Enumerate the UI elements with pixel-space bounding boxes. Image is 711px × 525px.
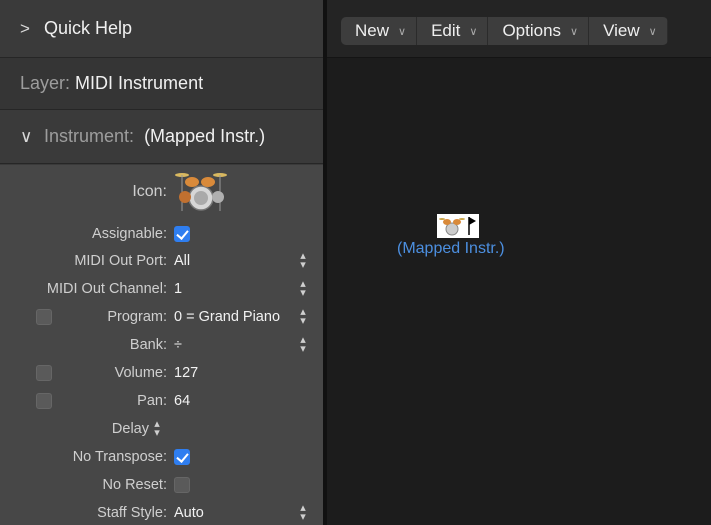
- instrument-parameters: Icon: Assignable: MIDI Out Port: All ▴ ▾…: [0, 165, 323, 525]
- object-label[interactable]: (Mapped Instr.): [397, 240, 505, 258]
- delay-row[interactable]: Delay ▴ ▾: [0, 416, 323, 443]
- staff-style-stepper-icon[interactable]: ▴ ▾: [297, 503, 309, 523]
- icon-label: Icon:: [132, 183, 167, 200]
- delay-stepper-icon[interactable]: ▴ ▾: [151, 419, 163, 439]
- menu-view-label: View: [603, 21, 640, 40]
- layer-row[interactable]: Layer: MIDI Instrument: [0, 58, 323, 110]
- menu-edit-label: Edit: [431, 21, 461, 40]
- assignable-label: Assignable:: [92, 226, 167, 242]
- delay-label[interactable]: Delay: [112, 421, 149, 437]
- volume-value[interactable]: 127: [174, 365, 198, 381]
- chevron-down-icon: ∨: [398, 25, 407, 38]
- staff-style-row: Staff Style: Auto ▴ ▾: [0, 500, 323, 525]
- no-transpose-row: No Transpose:: [0, 444, 323, 471]
- environment-menubar: New ∨ Edit ∨ Options ∨ View ∨: [327, 0, 711, 58]
- menu-new-label: New: [355, 21, 390, 40]
- chevron-down-icon: ∨: [570, 25, 579, 38]
- no-reset-checkbox[interactable]: [174, 477, 190, 493]
- assignable-row: Assignable:: [0, 221, 323, 248]
- staff-style-label: Staff Style:: [97, 505, 167, 521]
- bank-row: Bank: ÷ ▴ ▾: [0, 332, 323, 359]
- program-label: Program:: [107, 309, 167, 325]
- layer-prefix: Layer:: [20, 73, 71, 93]
- midi-out-port-stepper-icon[interactable]: ▴ ▾: [297, 251, 309, 271]
- midi-out-port-label: MIDI Out Port:: [74, 253, 167, 269]
- inspector-panel: > Quick Help Layer: MIDI Instrument ∨ In…: [0, 0, 323, 525]
- quick-help-label: Quick Help: [44, 18, 133, 38]
- program-stepper-icon[interactable]: ▴ ▾: [297, 307, 309, 327]
- no-reset-row: No Reset:: [0, 472, 323, 499]
- environment-area[interactable]: New ∨ Edit ∨ Options ∨ View ∨ (Mapped Instr.…: [327, 0, 711, 525]
- instrument-prefix: Instrument:: [44, 126, 135, 146]
- volume-label: Volume:: [114, 365, 167, 381]
- midi-out-channel-row: MIDI Out Channel: 1 ▴ ▾: [0, 276, 323, 303]
- icon-row: Icon:: [0, 165, 323, 217]
- midi-output-flag-icon[interactable]: [468, 216, 477, 236]
- midi-out-channel-stepper-icon[interactable]: ▴ ▾: [297, 279, 309, 299]
- midi-out-channel-value[interactable]: 1: [174, 281, 182, 297]
- layer-label: Layer: MIDI Instrument: [20, 73, 203, 94]
- no-transpose-checkbox[interactable]: [174, 449, 190, 465]
- chevron-down-icon: ∨: [469, 25, 478, 38]
- menu-options-label: Options: [502, 21, 562, 40]
- menu-new[interactable]: New ∨: [341, 17, 418, 45]
- volume-enable-checkbox[interactable]: [36, 365, 52, 381]
- midi-out-port-value[interactable]: All: [174, 253, 190, 269]
- assignable-checkbox[interactable]: [174, 226, 190, 242]
- program-row: Program: 0 = Grand Piano ▴ ▾: [0, 304, 323, 331]
- menu-group: New ∨ Edit ∨ Options ∨ View ∨: [341, 17, 668, 45]
- chevron-down-icon: ∨: [648, 25, 657, 38]
- chevron-down-icon[interactable]: ∨: [20, 127, 44, 147]
- bank-stepper-icon[interactable]: ▴ ▾: [297, 335, 309, 355]
- menu-view[interactable]: View ∨: [589, 17, 668, 45]
- chevron-right-icon[interactable]: >: [20, 19, 44, 39]
- staff-style-value[interactable]: Auto: [174, 505, 204, 521]
- pan-label: Pan:: [137, 393, 167, 409]
- instrument-title: Instrument: (Mapped Instr.): [44, 126, 265, 147]
- instrument-header[interactable]: ∨ Instrument: (Mapped Instr.): [0, 110, 323, 164]
- drum-kit-icon[interactable]: [174, 167, 228, 213]
- quick-help-header[interactable]: > Quick Help: [0, 0, 323, 58]
- instrument-name[interactable]: (Mapped Instr.): [144, 126, 265, 146]
- midi-out-port-row: MIDI Out Port: All ▴ ▾: [0, 248, 323, 275]
- pan-row: Pan: 64: [0, 388, 323, 415]
- layer-value[interactable]: MIDI Instrument: [75, 73, 203, 93]
- no-reset-label: No Reset:: [102, 477, 167, 493]
- program-enable-checkbox[interactable]: [36, 309, 52, 325]
- program-value[interactable]: 0 = Grand Piano: [174, 309, 280, 325]
- bank-label: Bank:: [129, 337, 167, 353]
- menu-options[interactable]: Options ∨: [488, 17, 590, 45]
- volume-row: Volume: 127: [0, 360, 323, 387]
- bank-value[interactable]: ÷: [174, 337, 182, 353]
- no-transpose-label: No Transpose:: [72, 449, 167, 465]
- midi-out-channel-label: MIDI Out Channel:: [46, 281, 167, 297]
- drum-kit-icon: [439, 218, 465, 236]
- object-icon-frame[interactable]: [437, 214, 479, 238]
- pan-value[interactable]: 64: [174, 393, 190, 409]
- pan-enable-checkbox[interactable]: [36, 393, 52, 409]
- menu-edit[interactable]: Edit ∨: [417, 17, 489, 45]
